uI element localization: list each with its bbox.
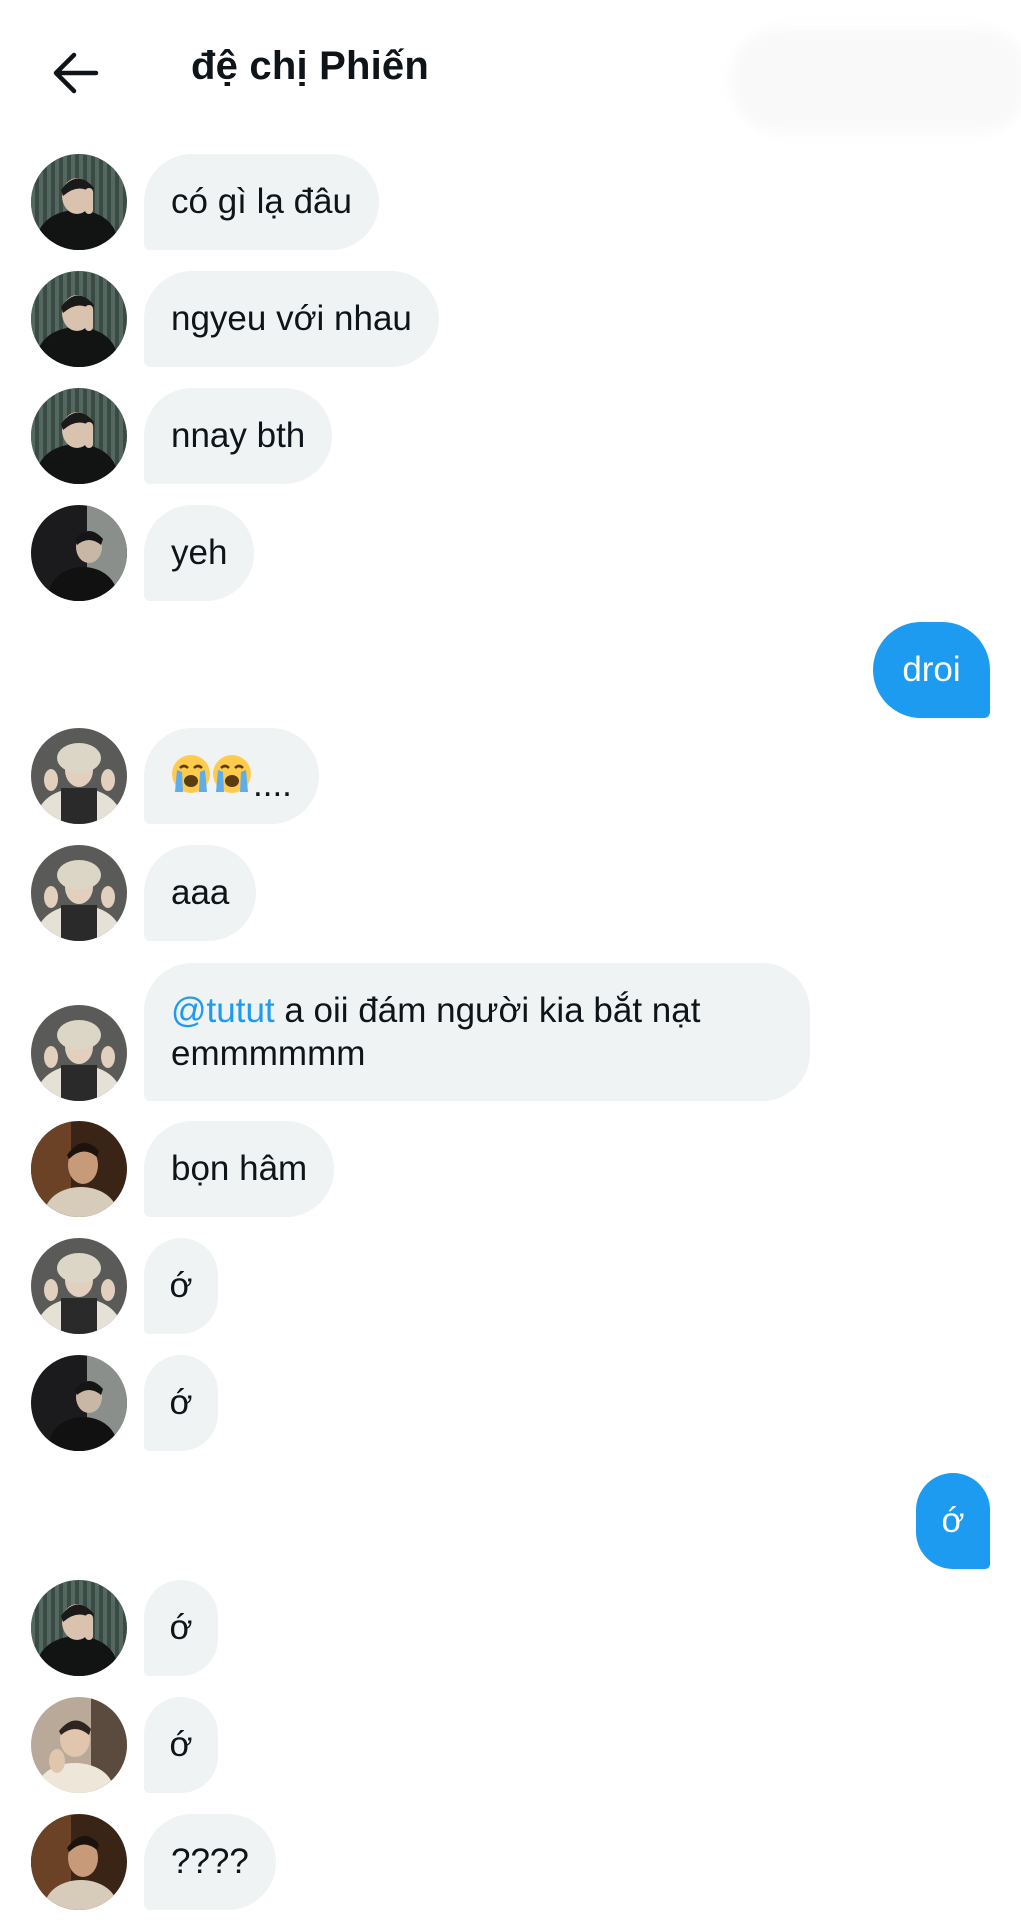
message-bubble[interactable]: aaa bbox=[144, 845, 257, 941]
avatar[interactable] bbox=[31, 1814, 127, 1910]
avatar[interactable] bbox=[31, 1121, 127, 1217]
avatar[interactable] bbox=[31, 154, 127, 250]
avatar[interactable] bbox=[31, 1005, 127, 1101]
message-bubble[interactable]: ớ bbox=[144, 1580, 218, 1676]
conversation-header: đệ chị Phiến bbox=[0, 0, 1021, 140]
avatar[interactable] bbox=[31, 271, 127, 367]
header-redaction bbox=[730, 28, 1021, 133]
message-bubble[interactable]: ớ bbox=[144, 1697, 218, 1793]
message-bubble[interactable]: yeh bbox=[144, 505, 255, 601]
sent-message-bubble[interactable]: droi bbox=[873, 622, 990, 718]
message-bubble[interactable]: có gì lạ đâu bbox=[144, 154, 379, 250]
avatar[interactable] bbox=[31, 845, 127, 941]
sent-message-bubble[interactable]: ớ bbox=[916, 1473, 990, 1569]
avatar[interactable] bbox=[31, 1238, 127, 1334]
loudly-crying-face-icon bbox=[171, 752, 253, 796]
message-bubble[interactable]: ???? bbox=[144, 1814, 276, 1910]
message-bubble[interactable]: nnay bth bbox=[144, 388, 333, 484]
conversation-title: đệ chị Phiến bbox=[191, 44, 430, 88]
avatar[interactable] bbox=[31, 505, 127, 601]
message-bubble[interactable]: ngyeu với nhau bbox=[144, 271, 439, 367]
message-bubble[interactable]: ớ bbox=[144, 1355, 218, 1451]
message-text: .... bbox=[253, 765, 292, 804]
avatar[interactable] bbox=[31, 388, 127, 484]
avatar[interactable] bbox=[31, 1580, 127, 1676]
arrow-left-icon bbox=[53, 52, 99, 94]
message-bubble[interactable]: .... bbox=[144, 728, 319, 824]
avatar[interactable] bbox=[31, 1697, 127, 1793]
message-bubble[interactable]: @tutut a oii đám người kia bắt nạt emmmm… bbox=[144, 963, 810, 1101]
back-button[interactable] bbox=[40, 38, 110, 108]
message-bubble[interactable]: bọn hâm bbox=[144, 1121, 335, 1217]
mention-link[interactable]: @tutut bbox=[171, 991, 275, 1030]
avatar[interactable] bbox=[31, 728, 127, 824]
avatar[interactable] bbox=[31, 1355, 127, 1451]
message-bubble[interactable]: ớ bbox=[144, 1238, 218, 1334]
